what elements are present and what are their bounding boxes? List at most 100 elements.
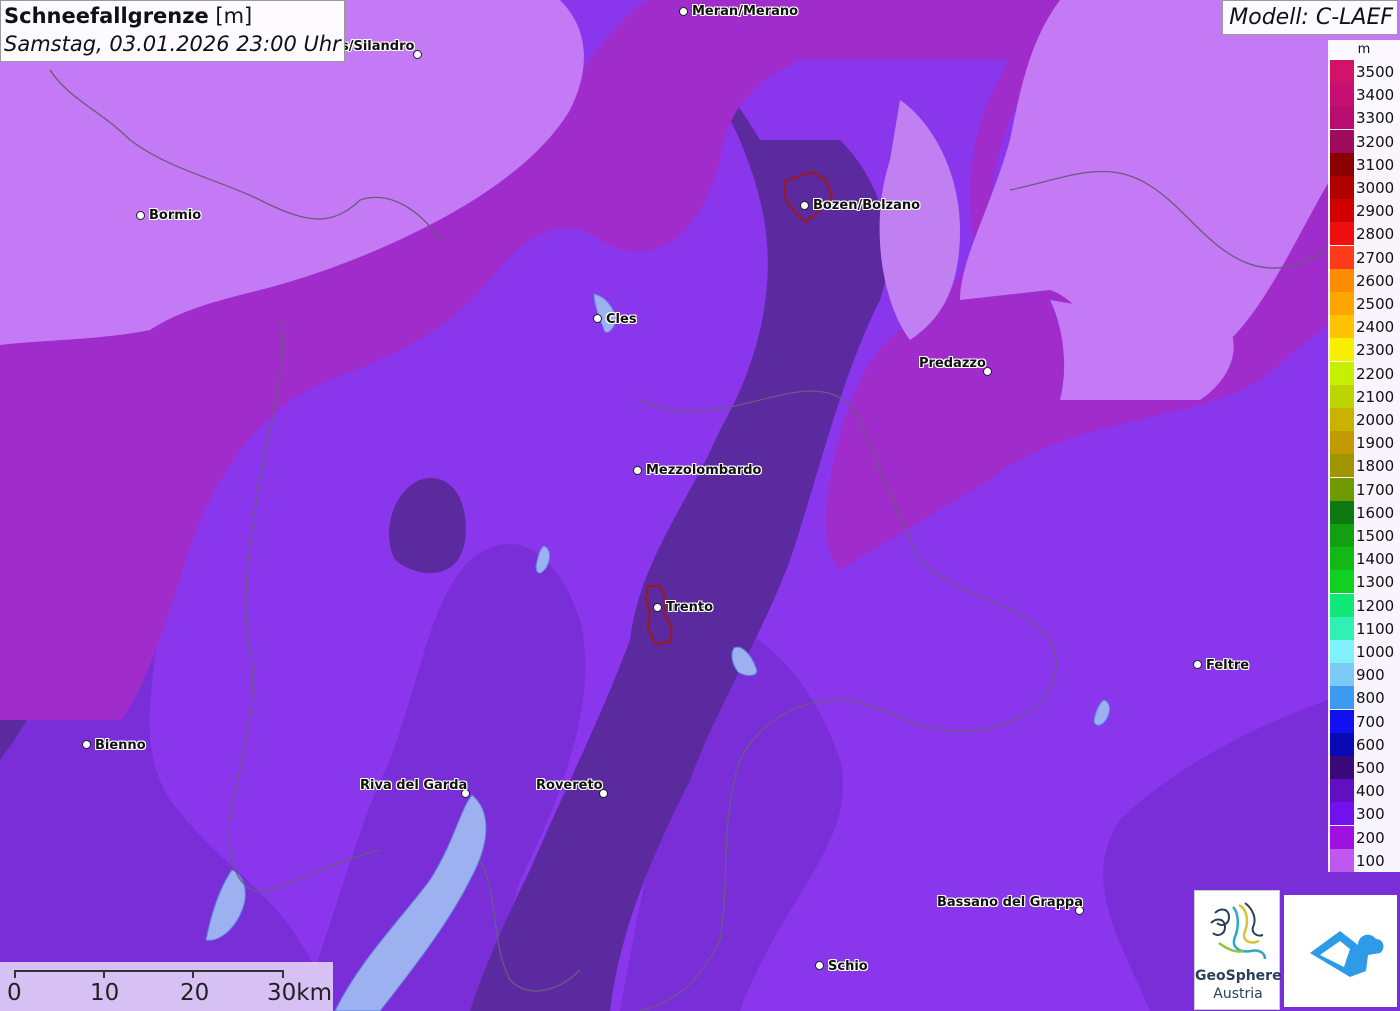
legend-label: 2900 <box>1356 202 1395 221</box>
city-label-bormio: Bormio <box>149 208 202 223</box>
legend-label: 900 <box>1356 666 1385 685</box>
city-dot <box>1193 660 1202 669</box>
legend-label: 2400 <box>1356 318 1395 337</box>
legend-label: 1700 <box>1356 480 1395 499</box>
map-title-box: Schneefallgrenze [m] Samstag, 03.01.2026… <box>0 0 345 62</box>
city-label-riva-del-garda: Riva del Garda <box>360 778 468 793</box>
legend-swatch <box>1330 222 1354 246</box>
city-label-silandro: s/Silandro <box>341 39 415 54</box>
scale-tick <box>192 970 194 978</box>
legend-label: 2700 <box>1356 248 1395 267</box>
legend-label: 100 <box>1356 851 1385 870</box>
legend-swatch <box>1330 663 1354 687</box>
legend-swatch <box>1330 848 1354 872</box>
legend-label: 700 <box>1356 712 1385 731</box>
legend-label: 400 <box>1356 782 1385 801</box>
legend-swatch <box>1330 60 1354 83</box>
legend-swatch <box>1330 524 1354 547</box>
legend-swatch <box>1330 292 1354 315</box>
legend-label: 1800 <box>1356 457 1395 476</box>
city-label-cles: Cles <box>606 312 637 327</box>
legend-label: 3500 <box>1356 63 1395 81</box>
geosphere-logo-box[interactable]: GeoSphere Austria <box>1194 890 1282 1010</box>
legend-swatch <box>1330 268 1354 292</box>
scale-tick <box>14 970 16 978</box>
legend-swatch <box>1330 431 1354 455</box>
partner-logo-box[interactable] <box>1284 895 1397 1007</box>
legend-label: 800 <box>1356 689 1385 708</box>
legend-label: 3200 <box>1356 132 1395 151</box>
legend-swatch <box>1330 83 1354 107</box>
legend-swatch <box>1330 338 1354 362</box>
legend-swatch <box>1330 570 1354 594</box>
city-dot <box>82 740 91 749</box>
scale-label-10: 10 <box>90 980 120 1006</box>
legend-swatch <box>1330 593 1354 617</box>
legend-label: 1600 <box>1356 503 1395 522</box>
city-label-feltre: Feltre <box>1206 658 1250 673</box>
geosphere-name: GeoSphere <box>1195 968 1282 984</box>
city-dot <box>800 201 809 210</box>
legend-swatch <box>1330 361 1354 385</box>
city-label-rovereto: Rovereto <box>536 778 603 793</box>
legend-swatch <box>1330 802 1354 826</box>
legend-label: 1400 <box>1356 550 1395 569</box>
legend-swatch <box>1330 779 1354 803</box>
legend-label: 2200 <box>1356 364 1395 383</box>
legend-label: 3100 <box>1356 155 1395 174</box>
city-label-bienno: Bienno <box>95 738 146 753</box>
geosphere-country: Austria <box>1213 986 1263 1002</box>
legend-label: 300 <box>1356 805 1385 824</box>
legend-label: 200 <box>1356 828 1385 847</box>
legend-label: 2800 <box>1356 225 1395 244</box>
legend-unit: m <box>1357 42 1371 57</box>
title-unit: [m] <box>215 4 253 28</box>
legend-swatch <box>1330 547 1354 571</box>
legend-swatch <box>1330 106 1354 130</box>
legend-swatch <box>1330 686 1354 710</box>
legend-swatch <box>1330 176 1354 199</box>
cloud-house-logo-icon <box>1310 931 1384 977</box>
model-label: Modell: C-LAEF <box>1229 5 1393 30</box>
legend-label: 1500 <box>1356 527 1395 545</box>
city-label-bolzano: Bozen/Bolzano <box>813 198 921 213</box>
color-legend: m 3500 3400 3300 3200 3100 3000 2900 2800 2700 26… <box>1328 40 1400 872</box>
city-label-mezzolombardo: Mezzolombardo <box>646 463 762 478</box>
model-box: Modell: C-LAEF <box>1222 0 1398 35</box>
scale-tick <box>282 970 284 978</box>
snowfall-limit-map[interactable] <box>0 0 1400 1011</box>
geosphere-logo-icon <box>1210 902 1267 960</box>
legend-swatch <box>1330 454 1354 478</box>
legend-swatch <box>1330 129 1354 153</box>
city-dot <box>679 7 688 16</box>
legend-label: 2500 <box>1356 295 1395 313</box>
scale-label-0: 0 <box>7 980 22 1006</box>
city-dot <box>593 314 602 323</box>
legend-label: 3400 <box>1356 86 1395 105</box>
scale-label-30km: 30km <box>267 980 332 1006</box>
legend-label: 600 <box>1356 735 1385 754</box>
legend-label: 2000 <box>1356 411 1395 429</box>
city-label-trento: Trento <box>666 600 714 615</box>
map-datetime: Samstag, 03.01.2026 23:00 Uhr <box>4 32 341 56</box>
legend-swatch <box>1330 477 1354 501</box>
legend-swatch <box>1330 152 1354 176</box>
legend-swatch <box>1330 756 1354 779</box>
city-dot <box>653 603 662 612</box>
legend-label: 1200 <box>1356 596 1395 615</box>
legend-swatch <box>1330 315 1354 339</box>
scale-line <box>14 970 284 972</box>
legend-swatch <box>1330 825 1354 849</box>
title-label: Schneefallgrenze <box>4 4 209 28</box>
city-dot <box>815 961 824 970</box>
city-dot <box>633 466 642 475</box>
legend-swatch <box>1330 500 1354 524</box>
city-label-predazzo: Predazzo <box>919 356 986 371</box>
legend-label: 1100 <box>1356 619 1395 638</box>
scale-label-20: 20 <box>180 980 210 1006</box>
legend-swatch <box>1330 384 1354 408</box>
city-label-schio: Schio <box>828 959 868 974</box>
legend-label: 1300 <box>1356 573 1395 592</box>
legend-label: 2100 <box>1356 387 1395 406</box>
legend-label: 1900 <box>1356 434 1395 453</box>
